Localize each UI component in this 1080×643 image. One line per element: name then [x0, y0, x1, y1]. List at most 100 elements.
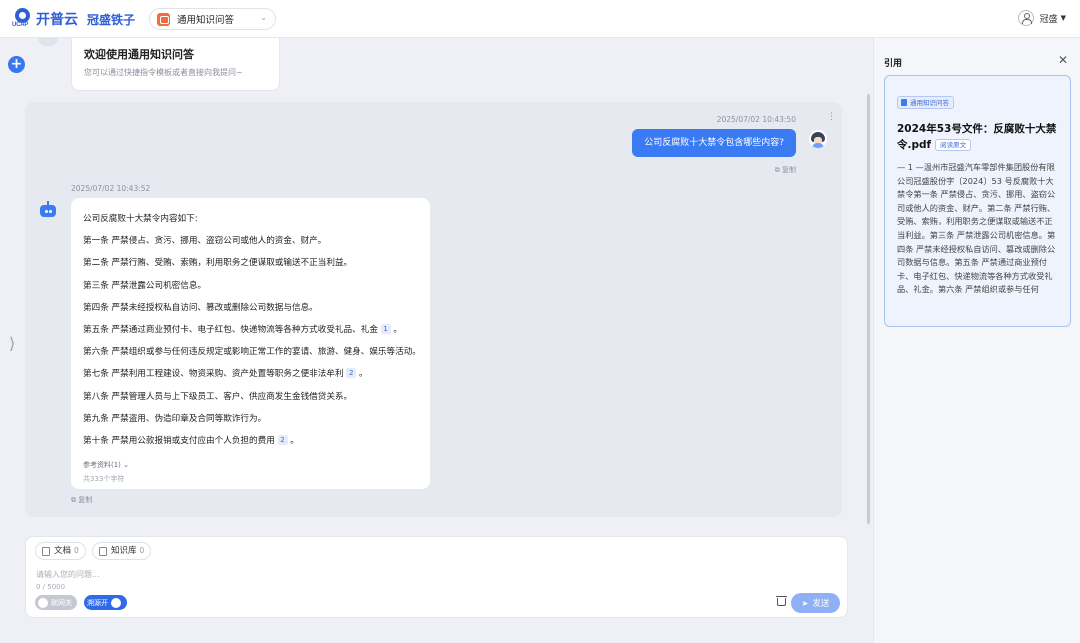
- answer-line: 第十条 严禁用公款报销或支付应由个人负担的费用 2 。: [83, 434, 418, 456]
- robot-icon: [39, 201, 57, 219]
- answer-line: 第二条 严禁行贿、受贿、索贿，利用职务之便谋取或输送不正当利益。: [83, 256, 418, 278]
- user-name: 冠盛: [1039, 14, 1058, 25]
- expand-sidebar-icon[interactable]: ⟩: [9, 334, 15, 353]
- document-icon: [42, 546, 50, 556]
- knowledge-base-tag: 通用知识问答: [897, 96, 954, 109]
- source-trace-toggle[interactable]: 溯源开: [84, 595, 127, 610]
- answer-line-text: 第一条 严禁侵占、贪污、挪用、盗窃公司或他人的资金、财产。: [83, 236, 327, 247]
- answer-line: 第七条 严禁利用工程建设、物资采购、资产处置等职务之便非法牟利 2 。: [83, 367, 418, 389]
- close-icon[interactable]: ✕: [1058, 53, 1068, 67]
- knowledge-base-chip-label: 知识库: [111, 546, 137, 556]
- welcome-avatar: [38, 38, 58, 46]
- send-button-label: 发送: [812, 599, 830, 609]
- new-chat-button[interactable]: +: [8, 56, 25, 73]
- document-chip-count: 0: [74, 546, 79, 555]
- web-search-toggle[interactable]: 联网关: [35, 595, 77, 610]
- user-menu[interactable]: 冠盛 ▼: [1017, 10, 1066, 26]
- answer-line: 第一条 严禁侵占、贪污、挪用、盗窃公司或他人的资金、财产。: [83, 234, 418, 256]
- toggle-knob: [38, 597, 48, 608]
- citation-tag[interactable]: 2: [277, 434, 288, 445]
- clear-basket-icon[interactable]: [776, 596, 787, 606]
- references-toggle-label: 参考资料(1): [83, 461, 121, 469]
- answer-line: 第五条 严禁通过商业预付卡、电子红包、快递物流等各种方式收受礼品、礼金 1 。: [83, 323, 418, 345]
- answer-line: 第九条 严禁盗用、伪造印章及合同等欺诈行为。: [83, 412, 418, 434]
- citation-tag[interactable]: 1: [380, 323, 391, 334]
- answer-line-end: 。: [393, 324, 402, 335]
- user-message-time: 2025/07/02 10:43:50: [716, 115, 796, 124]
- answer-line-text: 公司反腐败十大禁令内容如下:: [83, 214, 198, 224]
- company-name: 冠盛铁子: [87, 13, 136, 27]
- welcome-card: 欢迎使用通用知识问答 您可以通过快捷指令模板或者直接向我提问~: [71, 38, 280, 91]
- book-icon: [901, 99, 907, 106]
- reference-doc-title-text: 2024年53号文件：反腐败十大禁令.pdf: [897, 123, 1057, 151]
- user-icon: [1017, 10, 1034, 26]
- citation-tag[interactable]: 2: [346, 368, 357, 379]
- answer-line: 第四条 严禁未经授权私自访问、篡改或删除公司数据与信息。: [83, 301, 418, 323]
- answer-line: 第三条 严禁泄露公司机密信息。: [83, 279, 418, 301]
- copy-label: 复制: [78, 496, 93, 504]
- welcome-subtitle: 您可以通过快捷指令模板或者直接向我提问~: [84, 68, 243, 77]
- question-input-box: 文档 0 知识库 0 请输入您的问题... 0 / 5000 联网关 溯源开 ➤…: [25, 536, 848, 618]
- char-counter: 0 / 5000: [36, 583, 66, 591]
- chevron-down-icon: ⌄: [260, 13, 267, 22]
- answer-line-text: 第七条 严禁利用工程建设、物资采购、资产处置等职务之便非法牟利: [83, 369, 344, 380]
- knowledge-base-chip-count: 0: [139, 546, 145, 555]
- chevron-down-icon: ⌄: [123, 461, 130, 469]
- source-trace-toggle-label: 溯源开: [87, 598, 108, 607]
- answer-line-text: 第六条 严禁组织或参与任何违反规定或影响正常工作的宴请、旅游、健身、娱乐等活动。: [83, 347, 421, 358]
- answer-line-text: 第五条 严禁通过商业预付卡、电子红包、快递物流等各种方式收受礼品、礼金: [83, 324, 378, 335]
- answer-line-end: 。: [359, 369, 368, 380]
- answer-line: 第八条 严禁管理人员与上下级员工、客户、供应商发生金钱借贷关系。: [83, 390, 418, 412]
- answer-line-text: 第三条 严禁泄露公司机密信息。: [83, 280, 207, 291]
- reference-doc-excerpt: — 1 —温州市冠盛汽车零部件集团股份有限公司冠盛股份字〔2024〕53 号反腐…: [897, 162, 1056, 295]
- app-icon: [157, 12, 170, 26]
- knowledge-base-tag-label: 通用知识问答: [910, 98, 949, 107]
- bot-message-time: 2025/07/02 10:43:52: [71, 184, 151, 193]
- chat-scrollbar[interactable]: [867, 94, 870, 524]
- answer-lines: 公司反腐败十大禁令内容如下: 第一条 严禁侵占、贪污、挪用、盗窃公司或他人的资金、…: [83, 212, 421, 456]
- send-button[interactable]: ➤ 发送: [791, 593, 840, 613]
- reference-panel: 引用 ✕ 通用知识问答 2024年53号文件：反腐败十大禁令.pdf 阅读原文 —…: [873, 38, 1080, 643]
- question-input[interactable]: 请输入您的问题...: [36, 569, 100, 580]
- top-header: UCAP 开普云 冠盛铁子 通用知识问答 ⌄ 冠盛 ▼: [0, 0, 1080, 38]
- document-chip-label: 文档: [54, 546, 72, 556]
- user-message-bubble: 公司反腐败十大禁令包含哪些内容?: [632, 129, 796, 157]
- copy-icon: ⧉: [774, 166, 780, 174]
- reference-doc-title: 2024年53号文件：反腐败十大禁令.pdf 阅读原文: [897, 121, 1062, 153]
- toggle-knob: [111, 597, 121, 608]
- welcome-title: 欢迎使用通用知识问答: [84, 48, 194, 61]
- answer-line-text: 第八条 严禁管理人员与上下级员工、客户、供应商发生金钱借贷关系。: [83, 391, 353, 402]
- bot-answer-card: 公司反腐败十大禁令内容如下: 第一条 严禁侵占、贪污、挪用、盗窃公司或他人的资金、…: [71, 198, 430, 489]
- copy-user-message-button[interactable]: ⧉ 复制: [775, 165, 796, 175]
- read-original-button[interactable]: 阅读原文: [935, 139, 972, 151]
- answer-line: 公司反腐败十大禁令内容如下:: [83, 212, 418, 234]
- web-search-toggle-label: 联网关: [51, 598, 72, 607]
- chat-area: 2025/07/02 10:43:50 ⋮ 公司反腐败十大禁令包含哪些内容? ⧉…: [25, 102, 842, 517]
- logo-sub-text: UCAP: [12, 22, 29, 28]
- reference-panel-title: 引用: [884, 59, 903, 69]
- char-count: 共333个字符: [83, 475, 125, 483]
- app-selector-label: 通用知识问答: [177, 15, 235, 26]
- knowledge-base-chip[interactable]: 知识库 0: [92, 542, 152, 560]
- answer-line-text: 第十条 严禁用公款报销或支付应由个人负担的费用: [83, 435, 275, 446]
- answer-line-end: 。: [290, 435, 299, 446]
- answer-line: 第六条 严禁组织或参与任何违反规定或影响正常工作的宴请、旅游、健身、娱乐等活动。: [83, 345, 421, 367]
- answer-line-text: 第二条 严禁行贿、受贿、索贿，利用职务之便谋取或输送不正当利益。: [83, 258, 353, 269]
- logo-mark-icon: UCAP: [12, 8, 34, 30]
- more-icon[interactable]: ⋮: [827, 112, 836, 122]
- references-toggle[interactable]: 参考资料(1) ⌄: [83, 460, 129, 470]
- user-avatar: [809, 130, 827, 148]
- answer-line-text: 第四条 严禁未经授权私自访问、篡改或删除公司数据与信息。: [83, 302, 318, 313]
- reference-card: 通用知识问答 2024年53号文件：反腐败十大禁令.pdf 阅读原文 — 1 —温…: [884, 75, 1071, 327]
- copy-bot-message-button[interactable]: ⧉ 复制: [71, 495, 92, 505]
- logo-text: 开普云: [36, 12, 78, 28]
- caret-down-icon: ▼: [1060, 14, 1066, 22]
- app-selector[interactable]: 通用知识问答 ⌄: [149, 8, 276, 30]
- document-chip[interactable]: 文档 0: [35, 542, 86, 560]
- copy-icon: ⧉: [71, 496, 76, 504]
- answer-line-text: 第九条 严禁盗用、伪造印章及合同等欺诈行为。: [83, 413, 267, 424]
- logo[interactable]: UCAP 开普云: [12, 7, 78, 31]
- send-icon: ➤: [801, 598, 809, 608]
- knowledge-base-icon: [99, 546, 107, 556]
- copy-label: 复制: [782, 166, 796, 174]
